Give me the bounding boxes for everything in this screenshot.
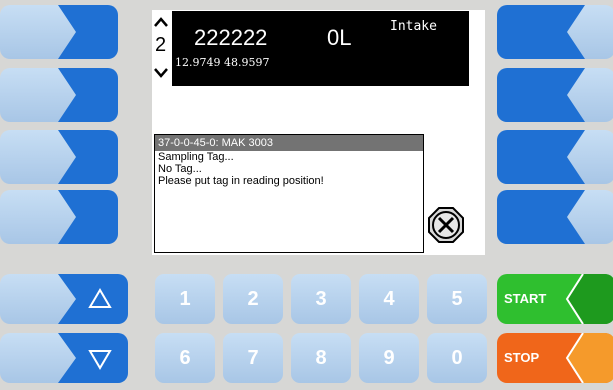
stop-button[interactable]: STOP bbox=[497, 333, 613, 383]
up-button-shape bbox=[58, 274, 128, 324]
key-7[interactable]: 7 bbox=[223, 333, 283, 383]
right-softkey-3[interactable] bbox=[497, 130, 613, 184]
left-softkey-4[interactable] bbox=[0, 190, 118, 244]
stop-label: STOP bbox=[504, 350, 540, 365]
key-1[interactable]: 1 bbox=[155, 274, 215, 324]
right-chevron-icon bbox=[58, 130, 118, 184]
message-line: Please put tag in reading position! bbox=[158, 175, 324, 187]
message-line: No Tag... bbox=[158, 163, 202, 175]
message-title: 37-0-0-45-0: MAK 3003 bbox=[155, 135, 423, 151]
key-6[interactable]: 6 bbox=[155, 333, 215, 383]
volume-readout: 0L bbox=[327, 25, 352, 50]
key-9[interactable]: 9 bbox=[359, 333, 419, 383]
mode-label: Intake bbox=[390, 19, 437, 34]
left-chevron-icon bbox=[497, 68, 585, 122]
left-softkey-2[interactable] bbox=[0, 68, 118, 122]
message-line: Sampling Tag... bbox=[158, 151, 234, 163]
message-dialog: 37-0-0-45-0: MAK 3003 Sampling Tag... No… bbox=[154, 134, 424, 253]
right-chevron-icon bbox=[58, 68, 118, 122]
key-2[interactable]: 2 bbox=[223, 274, 283, 324]
key-5[interactable]: 5 bbox=[427, 274, 487, 324]
up-button[interactable] bbox=[0, 274, 128, 324]
key-3[interactable]: 3 bbox=[291, 274, 351, 324]
status-panel: 222222 0L Intake 12.9749 48.9597 bbox=[172, 11, 469, 86]
right-softkey-1[interactable] bbox=[497, 5, 613, 59]
left-chevron-icon bbox=[497, 190, 585, 244]
key-0[interactable]: 0 bbox=[427, 333, 487, 383]
tag-id: 222222 bbox=[194, 25, 268, 50]
down-button-shape bbox=[58, 333, 128, 383]
key-8[interactable]: 8 bbox=[291, 333, 351, 383]
step-number: 2 bbox=[155, 34, 167, 56]
start-button[interactable]: START bbox=[497, 274, 613, 324]
down-button[interactable] bbox=[0, 333, 128, 383]
scroll-down-icon[interactable] bbox=[152, 66, 170, 80]
right-softkey-2[interactable] bbox=[497, 68, 613, 122]
left-chevron-icon bbox=[497, 5, 585, 59]
key-4[interactable]: 4 bbox=[359, 274, 419, 324]
display-screen: 2 222222 0L Intake 12.9749 48.9597 37-0-… bbox=[152, 10, 485, 255]
left-chevron-icon bbox=[497, 130, 585, 184]
left-softkey-3[interactable] bbox=[0, 130, 118, 184]
left-softkey-1[interactable] bbox=[0, 5, 118, 59]
right-chevron-icon bbox=[58, 5, 118, 59]
scroll-up-icon[interactable] bbox=[152, 15, 170, 29]
right-softkey-4[interactable] bbox=[497, 190, 613, 244]
cancel-icon[interactable] bbox=[428, 207, 464, 243]
start-label: START bbox=[504, 291, 547, 306]
gps-coordinates: 12.9749 48.9597 bbox=[175, 56, 270, 69]
right-chevron-icon bbox=[58, 190, 118, 244]
